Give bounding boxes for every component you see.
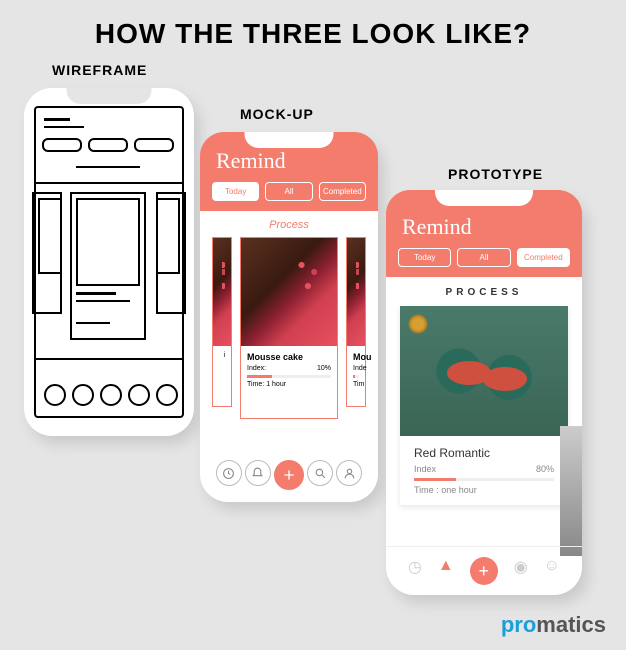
app-title: Remind	[402, 214, 570, 240]
profile-icon[interactable]: ☺	[544, 557, 560, 585]
prototype-phone: Remind Today All Completed PROCESS Red R…	[386, 190, 582, 595]
search-icon[interactable]: ◉	[514, 557, 528, 585]
recipe-card[interactable]: Red Romantic Index80% Time : one hour	[400, 306, 568, 505]
clock-icon[interactable]: ◷	[408, 557, 422, 585]
bell-icon[interactable]: ▲	[438, 557, 454, 585]
tab-today[interactable]: Today	[212, 182, 259, 201]
progress-bar	[247, 375, 331, 378]
tab-bar: Today All Completed	[212, 182, 366, 201]
section-process: PROCESS	[386, 277, 582, 306]
clock-icon[interactable]	[216, 460, 242, 486]
bottom-nav	[200, 460, 378, 490]
add-button[interactable]: +	[470, 557, 498, 585]
comparison-stage: WIREFRAME MOCK-UP PROTOTYPE	[0, 58, 626, 618]
app-title: Remind	[216, 148, 366, 174]
card-title: Mousse cake	[247, 352, 331, 362]
tab-bar: Today All Completed	[398, 248, 570, 267]
tab-completed[interactable]: Completed	[319, 182, 366, 201]
notch	[435, 190, 533, 206]
wireframe-label: WIREFRAME	[52, 62, 147, 78]
card-carousel[interactable]: i Mousse cake Index:10% Time: 1 hour Mou…	[200, 237, 378, 419]
recipe-card[interactable]: Mousse cake Index:10% Time: 1 hour	[240, 237, 338, 419]
tab-completed[interactable]: Completed	[517, 248, 570, 267]
section-process: Process	[200, 211, 378, 237]
tab-today[interactable]: Today	[398, 248, 451, 267]
tab-all[interactable]: All	[265, 182, 312, 201]
notch	[245, 132, 334, 148]
bottom-nav: ◷ ▲ + ◉ ☺	[386, 546, 582, 585]
notch	[67, 88, 152, 104]
add-button[interactable]	[274, 460, 304, 490]
card-partial-left: i	[212, 237, 232, 407]
card-title: Red Romantic	[414, 446, 554, 460]
promatics-logo: promatics	[501, 612, 606, 638]
search-icon[interactable]	[307, 460, 333, 486]
card-info: Mousse cake Index:10% Time: 1 hour	[241, 346, 337, 394]
bell-icon[interactable]	[245, 460, 271, 486]
card-partial-right: Mou Inde Tim	[346, 237, 366, 407]
card-partial-right	[560, 426, 582, 556]
wireframe-screen	[34, 106, 184, 418]
mockup-label: MOCK-UP	[240, 106, 314, 122]
card-image	[241, 238, 337, 346]
prototype-label: PROTOTYPE	[448, 166, 543, 182]
profile-icon[interactable]	[336, 460, 362, 486]
card-image	[400, 306, 568, 436]
tab-all[interactable]: All	[457, 248, 510, 267]
progress-bar	[414, 478, 554, 481]
card-info: Red Romantic Index80% Time : one hour	[400, 436, 568, 505]
mockup-phone: Remind Today All Completed Process i Mou…	[200, 132, 378, 502]
main-title: HOW THE THREE LOOK LIKE?	[0, 0, 626, 58]
wireframe-phone	[24, 88, 194, 436]
